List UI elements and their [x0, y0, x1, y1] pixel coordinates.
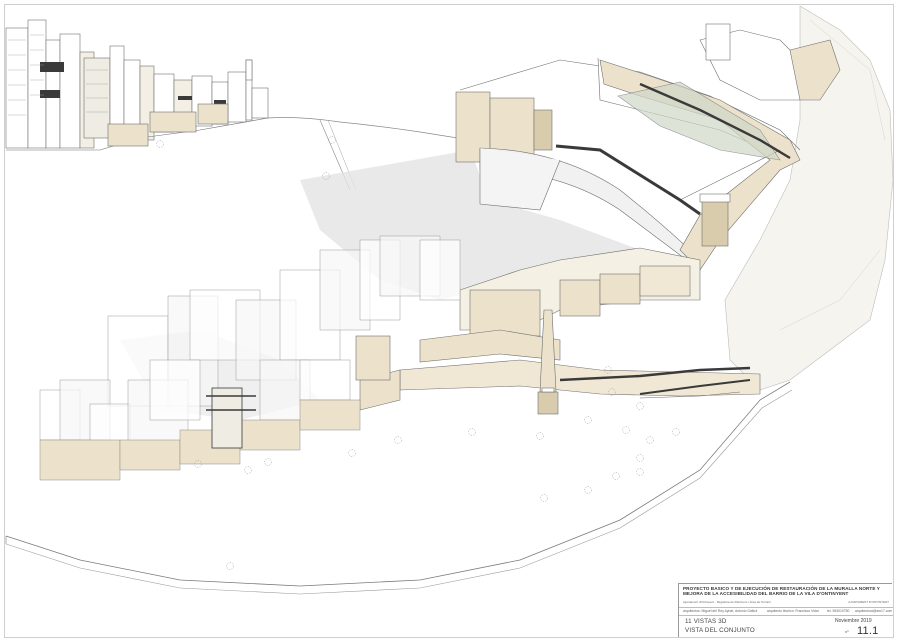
project-title: PROYECTO BASICO Y DE EJECUCIÓN DE RESTAU…	[683, 586, 880, 597]
sheet-name: 11 VISTAS 3D	[685, 618, 727, 625]
sheet-number: 11.1	[857, 625, 879, 637]
city-skyline	[5, 19, 269, 151]
project-subtitle: Ajuntament d'Ontinyent · Regidoria de Pa…	[683, 600, 771, 604]
title-block-divider-2	[679, 615, 893, 616]
email-address: arquitectura@am17.com	[855, 609, 893, 613]
axonometric-view-drawing	[5, 5, 894, 595]
sheet-number-label: nº	[845, 629, 849, 634]
title-block-divider	[679, 607, 893, 608]
issue-date: Noviembre 2019	[835, 618, 872, 624]
title-block: PROYECTO BASICO Y DE EJECUCIÓN DE RESTAU…	[678, 583, 893, 637]
architects-credit: arquitectos: Miguel del Rey Aynat, Anton…	[683, 609, 758, 613]
drawing-sheet: PROYECTO BASICO Y DE EJECUCIÓN DE RESTAU…	[0, 0, 900, 644]
phone-number: tel. 963010750	[827, 609, 850, 613]
view-name: VISTA DEL CONJUNTO	[685, 627, 755, 634]
client-name: AJUNTAMENT D'ONTINYENT	[848, 600, 889, 604]
technical-architect-credit: arquitecto técnico: Francisco Vidal	[767, 609, 819, 613]
